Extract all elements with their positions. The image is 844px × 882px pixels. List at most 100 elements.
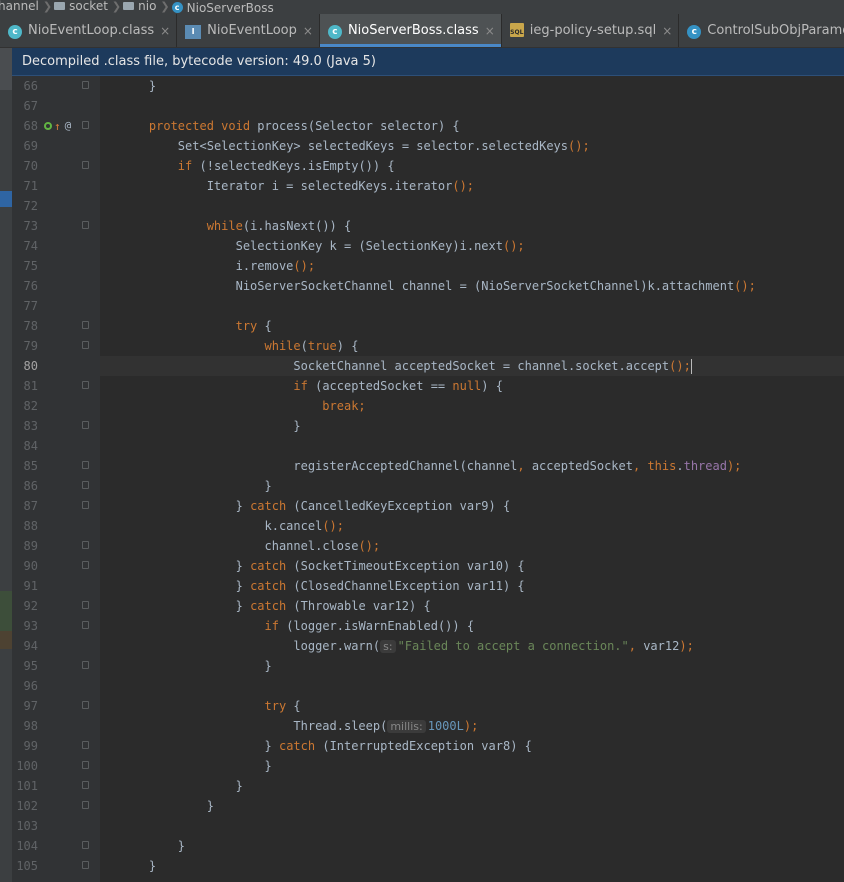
code-text: try { [235,319,272,333]
breadcrumb-item[interactable]: socket [54,0,108,12]
code-line[interactable]: 71 Iterator i = selectedKeys.iterator(); [12,176,844,196]
breadcrumb-label: hannel [0,0,39,13]
fold-marker-icon[interactable] [82,501,89,509]
sql-file-icon: SQL [509,23,524,38]
close-icon[interactable]: × [160,24,170,38]
code-line[interactable]: 66 } [12,76,844,96]
code-line[interactable]: 90 } catch (SocketTimeoutException var10… [12,556,844,576]
code-line[interactable]: 73 while(i.hasNext()) { [12,216,844,236]
code-line[interactable]: 97 try { [12,696,844,716]
close-icon[interactable]: × [485,24,495,38]
code-text: } [264,659,272,673]
code-line[interactable]: 69 Set<SelectionKey> selectedKeys = sele… [12,136,844,156]
code-line[interactable]: 104 } [12,836,844,856]
class-icon: c [327,23,342,39]
fold-marker-icon[interactable] [82,701,89,709]
interface-icon: I [185,23,202,39]
editor-tab[interactable]: I NioEventLoop × [177,14,320,47]
fold-marker-icon[interactable] [82,621,89,629]
overrides-arrow-icon[interactable]: ↑ [54,121,61,132]
fold-marker-icon[interactable] [82,121,89,129]
code-text: } catch (InterruptedException var8) { [264,739,532,753]
breadcrumb-label: socket [69,0,108,13]
fold-marker-icon[interactable] [82,781,89,789]
implements-icon[interactable] [44,122,52,130]
breadcrumb-item[interactable]: c NioServerBoss [171,2,274,14]
code-text: Thread.sleep(millis: 1000L); [120,719,479,733]
line-number: 73 [23,219,38,233]
code-line[interactable]: 88 k.cancel(); [12,516,844,536]
code-line[interactable]: 85 registerAcceptedChannel(channel, acce… [12,456,844,476]
code-line[interactable]: 91 } catch (ClosedChannelException var11… [12,576,844,596]
fold-marker-icon[interactable] [82,741,89,749]
text-caret [690,359,692,374]
code-line[interactable]: 102 } [12,796,844,816]
code-line[interactable]: 70 if (!selectedKeys.isEmpty()) { [12,156,844,176]
fold-marker-icon[interactable] [82,541,89,549]
editor-tab[interactable]: c NioEventLoop.class × [0,14,178,47]
code-line[interactable]: 68 ↑ @ protected void process(Selector sel… [12,116,844,136]
strip-marker [0,631,12,649]
breadcrumb-item[interactable]: hannel [0,0,39,12]
fold-marker-icon[interactable] [82,421,89,429]
code-line[interactable]: 77 [12,296,844,316]
line-number: 93 [23,619,38,633]
code-line[interactable]: 100 } [12,756,844,776]
code-line[interactable]: 84 [12,436,844,456]
fold-marker-icon[interactable] [82,561,89,569]
code-line[interactable]: 93 if (logger.isWarnEnabled()) { [12,616,844,636]
fold-marker-icon[interactable] [82,761,89,769]
gutter-override-icons[interactable]: ↑ @ [44,116,71,136]
code-line[interactable]: 89 channel.close(); [12,536,844,556]
fold-marker-icon[interactable] [82,221,89,229]
fold-marker-icon[interactable] [82,861,89,869]
editor-tab[interactable]: cControlSubObjParame.java× [679,14,844,47]
editor-tab[interactable]: c NioServerBoss.class × [319,14,502,47]
fold-marker-icon[interactable] [82,841,89,849]
code-text: } [206,799,214,813]
editor-tab[interactable]: SQL ieg-policy-setup.sql × [502,14,680,47]
code-line[interactable]: 96 [12,676,844,696]
fold-marker-icon[interactable] [82,801,89,809]
line-number: 75 [23,259,38,273]
fold-marker-icon[interactable] [82,481,89,489]
fold-marker-icon[interactable] [82,661,89,669]
fold-marker-icon[interactable] [82,381,89,389]
code-line[interactable]: 105 } [12,856,844,876]
line-number: 103 [16,819,38,833]
code-line[interactable]: 76 NioServerSocketChannel channel = (Nio… [12,276,844,296]
fold-marker-icon[interactable] [82,321,89,329]
code-line[interactable]: 86 } [12,476,844,496]
code-line[interactable]: 80 SocketChannel acceptedSocket = channe… [12,356,844,376]
code-line[interactable]: 81 if (acceptedSocket == null) { [12,376,844,396]
code-text: } catch (SocketTimeoutException var10) { [235,559,525,573]
line-number: 105 [16,859,38,873]
code-line[interactable]: 67 [12,96,844,116]
code-line[interactable]: 82 break; [12,396,844,416]
code-line[interactable]: 79 while(true) { [12,336,844,356]
code-line[interactable]: 99 } catch (InterruptedException var8) { [12,736,844,756]
code-line[interactable]: 95 } [12,656,844,676]
code-line[interactable]: 72 [12,196,844,216]
code-line[interactable]: 101 } [12,776,844,796]
code-line[interactable]: 74 SelectionKey k = (SelectionKey)i.next… [12,236,844,256]
code-line[interactable]: 83 } [12,416,844,436]
line-number: 66 [23,79,38,93]
close-icon[interactable]: × [303,24,313,38]
fold-marker-icon[interactable] [82,161,89,169]
fold-marker-icon[interactable] [82,81,89,89]
close-icon[interactable]: × [662,24,672,38]
breadcrumb-separator-icon: ❯ [160,0,170,13]
fold-marker-icon[interactable] [82,601,89,609]
code-line[interactable]: 92 } catch (Throwable var12) { [12,596,844,616]
code-line[interactable]: 75 i.remove(); [12,256,844,276]
breadcrumb-item[interactable]: nio [123,0,156,12]
code-line[interactable]: 87 } catch (CancelledKeyException var9) … [12,496,844,516]
fold-marker-icon[interactable] [82,341,89,349]
code-line[interactable]: 103 [12,816,844,836]
code-line[interactable]: 94 logger.warn(s: "Failed to accept a con… [12,636,844,656]
code-line[interactable]: 98 Thread.sleep(millis: 1000L); [12,716,844,736]
fold-marker-icon[interactable] [82,461,89,469]
code-line[interactable]: 78 try { [12,316,844,336]
line-number: 72 [23,199,38,213]
